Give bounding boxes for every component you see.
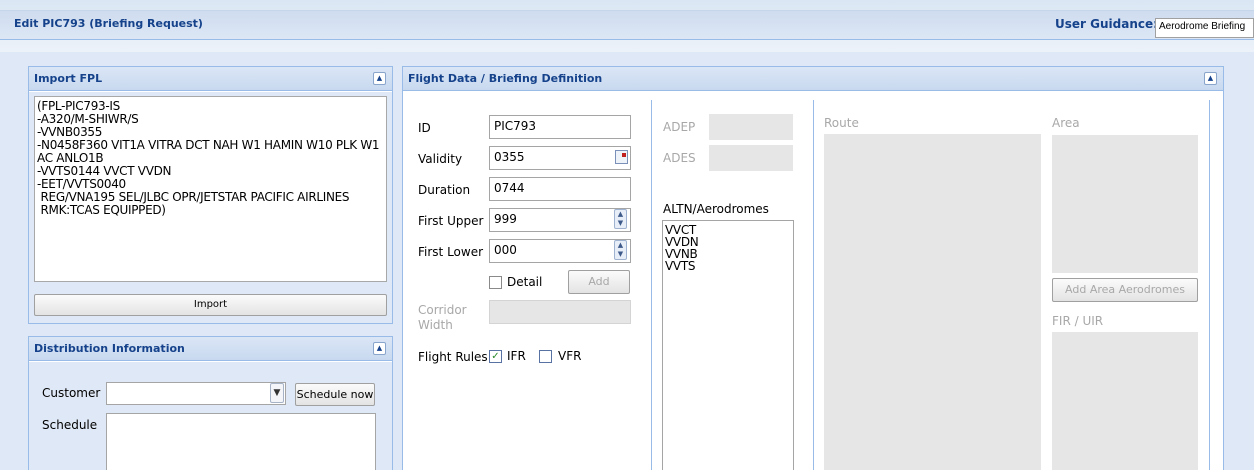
- add-button[interactable]: Add: [568, 270, 630, 294]
- detail-checkbox[interactable]: [489, 276, 502, 289]
- id-label: ID: [418, 121, 431, 135]
- adep-label: ADEP: [663, 120, 696, 134]
- route-field: [824, 134, 1041, 470]
- distribution-panel: Distribution Information ▲ Customer ▼ Sc…: [28, 336, 393, 470]
- flight-rules-label: Flight Rules: [418, 350, 488, 364]
- import-fpl-title: Import FPL: [34, 72, 103, 85]
- route-label: Route: [824, 116, 859, 130]
- validity-field[interactable]: 0355: [489, 146, 631, 170]
- column-separator: [1209, 100, 1210, 470]
- duration-label: Duration: [418, 183, 471, 197]
- first-upper-label: First Upper: [418, 214, 484, 228]
- import-fpl-panel: Import FPL ▲ (FPL-PIC793-IS -A320/M-SHIW…: [28, 66, 393, 324]
- altn-label: ALTN/Aerodromes: [663, 202, 769, 216]
- flight-data-header: Flight Data / Briefing Definition ▲: [403, 67, 1223, 91]
- list-item[interactable]: VVTS: [665, 260, 791, 272]
- add-area-aerodromes-button[interactable]: Add Area Aerodromes: [1052, 278, 1198, 302]
- duration-field[interactable]: 0744: [489, 177, 631, 201]
- flight-data-body: ID PIC793 Validity 0355 Duration 0744 Fi…: [403, 92, 1223, 470]
- corridor-width-text: Corridor Width: [418, 303, 467, 332]
- flight-data-panel: Flight Data / Briefing Definition ▲ ID P…: [402, 66, 1224, 470]
- area-label: Area: [1052, 116, 1080, 130]
- user-guidance-label: User Guidance:: [1055, 17, 1158, 31]
- first-upper-field[interactable]: 999: [489, 208, 631, 232]
- schedule-now-button[interactable]: Schedule now: [295, 383, 375, 406]
- import-fpl-body: (FPL-PIC793-IS -A320/M-SHIWR/S -VVNB0355…: [29, 92, 392, 323]
- distribution-title: Distribution Information: [34, 342, 185, 355]
- import-fpl-header: Import FPL ▲: [29, 67, 392, 91]
- detail-label: Detail: [507, 275, 543, 289]
- adep-field: [709, 114, 793, 140]
- calendar-icon[interactable]: [615, 150, 628, 164]
- schedule-label: Schedule: [42, 418, 98, 432]
- spinner-icon[interactable]: ▲ ▼: [614, 240, 627, 260]
- distribution-body: Customer ▼ Schedule now Schedule: [29, 362, 392, 470]
- ifr-label: IFR: [507, 349, 526, 363]
- customer-label: Customer: [42, 386, 101, 400]
- spinner-icon[interactable]: ▲ ▼: [614, 209, 627, 229]
- import-button[interactable]: Import: [34, 294, 387, 316]
- schedule-textarea[interactable]: [106, 413, 376, 470]
- collapse-icon[interactable]: ▲: [373, 342, 386, 355]
- first-lower-field[interactable]: 000: [489, 239, 631, 263]
- vfr-label: VFR: [558, 349, 582, 363]
- flight-data-title: Flight Data / Briefing Definition: [408, 72, 603, 85]
- collapse-icon[interactable]: ▲: [373, 72, 386, 85]
- fpl-textarea[interactable]: (FPL-PIC793-IS -A320/M-SHIWR/S -VVNB0355…: [34, 96, 387, 282]
- area-field: [1052, 135, 1198, 273]
- window-title: Edit PIC793 (Briefing Request): [14, 17, 203, 30]
- column-separator: [651, 100, 652, 470]
- first-lower-label: First Lower: [418, 245, 484, 259]
- ades-label: ADES: [663, 151, 696, 165]
- window-header: Edit PIC793 (Briefing Request) User Guid…: [0, 0, 1254, 52]
- collapse-icon[interactable]: ▲: [1204, 72, 1217, 85]
- user-guidance-select[interactable]: Aerodrome Briefing: [1155, 18, 1254, 38]
- altn-list[interactable]: VVCT VVDN VVNB VVTS: [662, 220, 794, 470]
- fir-uir-label: FIR / UIR: [1052, 314, 1104, 328]
- id-field[interactable]: PIC793: [489, 115, 631, 139]
- distribution-header: Distribution Information ▲: [29, 337, 392, 361]
- fir-uir-field: [1052, 332, 1198, 470]
- corridor-width-label: Corridor Width: [418, 303, 478, 333]
- chevron-down-icon[interactable]: ▼: [270, 383, 284, 403]
- ades-field: [709, 145, 793, 171]
- vfr-checkbox[interactable]: [539, 350, 552, 363]
- customer-combo[interactable]: [106, 382, 286, 405]
- corridor-width-field: [489, 300, 631, 324]
- validity-label: Validity: [418, 152, 463, 166]
- column-separator: [813, 100, 814, 470]
- ifr-checkbox[interactable]: ✓: [489, 350, 502, 363]
